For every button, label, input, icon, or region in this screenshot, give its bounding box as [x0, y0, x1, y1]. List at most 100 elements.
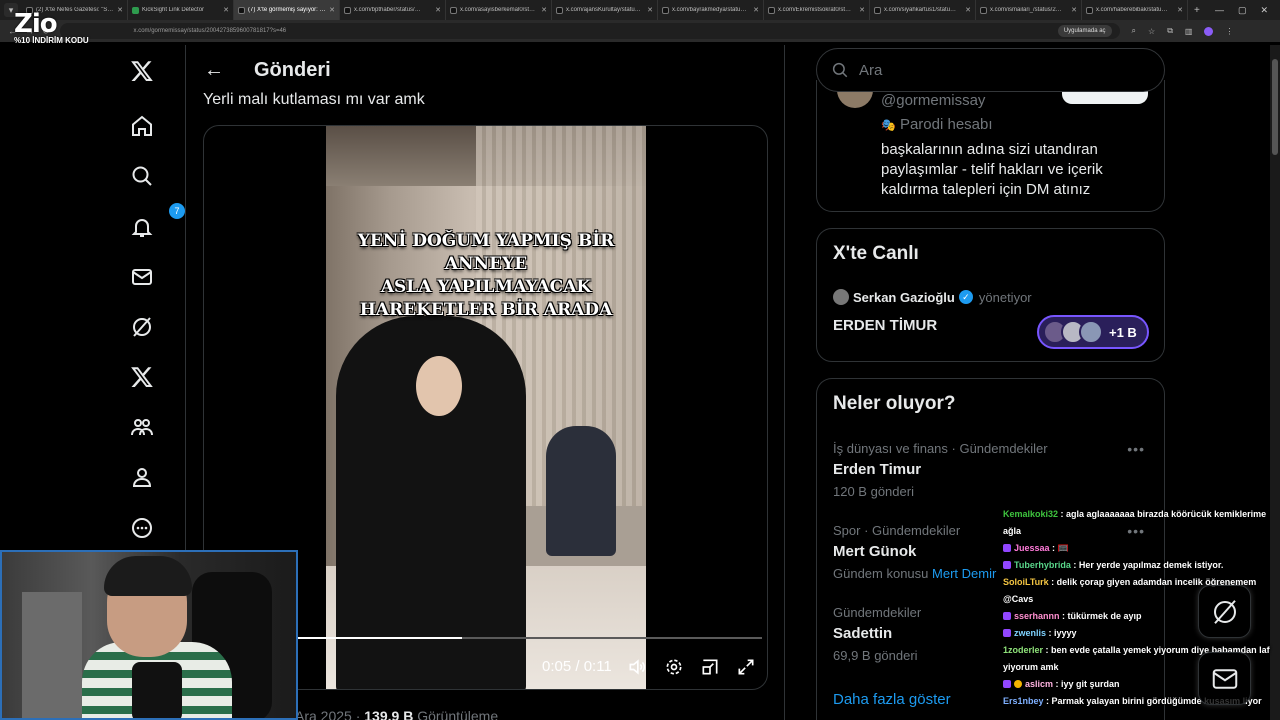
communities-icon[interactable]	[128, 413, 156, 441]
x-favicon-icon	[238, 6, 245, 14]
tab-close-icon[interactable]: ✕	[329, 6, 335, 14]
maximize-icon[interactable]: ▢	[1238, 5, 1247, 16]
x-favicon-icon	[662, 6, 669, 14]
tab-close-icon[interactable]: ✕	[223, 6, 229, 14]
chat-username[interactable]: sserhannn	[1014, 611, 1060, 621]
chat-message: Juessaa : 🥅	[1003, 540, 1280, 557]
home-icon[interactable]	[128, 112, 156, 140]
url-text: x.com/gormemissay/status/200427385960078…	[133, 28, 287, 34]
bell-icon[interactable]: 7	[128, 203, 185, 241]
tab-label: x.com/bpthaber/status/…	[354, 7, 421, 13]
chat-username[interactable]: Tuberhybrida	[1014, 560, 1071, 570]
notification-badge: 7	[169, 203, 185, 219]
chat-username[interactable]: Kemalkoki32	[1003, 509, 1058, 519]
column-divider	[784, 45, 785, 720]
video-progress-bar[interactable]	[294, 637, 762, 639]
browser-tab[interactable]: x.com/bpthaber/status/… ✕	[340, 0, 446, 20]
profile-icon[interactable]	[128, 463, 156, 491]
browser-tab[interactable]: x.com/ismailari_/status/2… ✕	[976, 0, 1082, 20]
tab-close-icon[interactable]: ✕	[1177, 6, 1183, 14]
trend-link[interactable]: Mert Demir	[932, 566, 996, 581]
x-favicon-icon	[450, 6, 457, 14]
mail-icon[interactable]	[128, 263, 156, 291]
new-tab-icon[interactable]: +	[1194, 5, 1200, 16]
avatar	[1079, 320, 1103, 344]
host-name: Serkan Gazioğlu	[853, 289, 955, 305]
tab-close-icon[interactable]: ✕	[965, 6, 971, 14]
follow-button[interactable]	[1062, 90, 1148, 104]
zio-logo: Zio	[14, 9, 58, 39]
chat-message: Kemalkoki32 : agla aglaaaaaaa birazda kö…	[1003, 506, 1280, 540]
listeners-pill[interactable]: +1 B	[1037, 315, 1149, 349]
x-favicon-icon	[556, 6, 563, 14]
browser-tab[interactable]: x.com/haberebibak/statu… ✕	[1082, 0, 1188, 20]
open-in-app-button[interactable]: Uygulamada aç	[1057, 25, 1112, 37]
bookmark-star-icon[interactable]: ☆	[1148, 27, 1155, 36]
tab-close-icon[interactable]: ✕	[859, 6, 865, 14]
browser-tab[interactable]: x.com/siyahkartus1/statu… ✕	[870, 0, 976, 20]
chat-username[interactable]: zwenlis	[1014, 628, 1046, 638]
browser-tab[interactable]: x.com/asayisberkemal0/st… ✕	[446, 0, 552, 20]
menu-icon[interactable]: ⋮	[1225, 27, 1233, 36]
search-box[interactable]: Ara	[816, 48, 1165, 92]
chat-username[interactable]: 1zoderler	[1003, 645, 1043, 655]
sidebar-icon[interactable]: ▥	[1185, 27, 1193, 36]
parody-label: 🎭 Parodi hesabı	[881, 116, 993, 133]
x-favicon-icon	[1086, 6, 1093, 14]
chat-username[interactable]: aslicm	[1025, 679, 1053, 689]
page-title: Gönderi	[254, 58, 331, 81]
volume-icon[interactable]	[626, 656, 648, 678]
tab-close-icon[interactable]: ✕	[1071, 6, 1077, 14]
url-field[interactable]: x.com/gormemissay/status/200427385960078…	[59, 23, 1120, 39]
post-meta: Ara 2025 · 139,9 B Görüntüleme	[295, 708, 498, 720]
messages-floating-icon[interactable]	[1198, 652, 1251, 705]
post-header: ← Gönderi	[186, 45, 784, 95]
close-window-icon[interactable]: ✕	[1260, 5, 1268, 16]
tab-label: x.com/siyahkartus1/statu…	[884, 7, 957, 13]
live-host[interactable]: Serkan Gazioğlu ✓ yönetiyor	[833, 289, 1032, 305]
live-title: X'te Canlı	[833, 243, 919, 264]
tab-close-icon[interactable]: ✕	[117, 6, 123, 14]
zoom-icon[interactable]: ⌕	[1132, 26, 1136, 36]
back-arrow-icon[interactable]: ←	[204, 59, 224, 82]
minimize-icon[interactable]: —	[1215, 5, 1224, 15]
grok-icon[interactable]	[128, 313, 156, 341]
webcam-overlay	[0, 550, 298, 720]
picture-in-picture-icon[interactable]	[699, 656, 721, 678]
fullscreen-icon[interactable]	[735, 656, 757, 678]
search-icon[interactable]	[128, 162, 156, 190]
tab-label: x.com/bayrakmedya/statu…	[672, 7, 747, 13]
browser-tab[interactable]: (7) X'te görmemiş sayıyor: … ✕	[234, 0, 340, 20]
live-topic[interactable]: ERDEN TİMUR	[833, 317, 937, 334]
trend-item[interactable]: İş dünyası ve finans · Gündemdekiler Erd…	[833, 441, 1153, 499]
more-options-icon[interactable]: •••	[1127, 441, 1145, 457]
tab-label: x.com/ismailari_/status/2…	[990, 7, 1062, 13]
browser-tab[interactable]: x.com/bayrakmedya/statu… ✕	[658, 0, 764, 20]
more-icon[interactable]	[128, 514, 156, 542]
chat-username[interactable]: Juessaa	[1014, 543, 1050, 553]
tab-close-icon[interactable]: ✕	[647, 6, 653, 14]
premium-x-icon[interactable]	[128, 363, 156, 391]
tab-close-icon[interactable]: ✕	[753, 6, 759, 14]
chat-text: : iyyyy	[1046, 628, 1077, 638]
video-caption: YENİ DOĞUM YAPMIŞ BİR ANNEYE ASLA YAPILM…	[357, 231, 615, 320]
grok-floating-icon[interactable]	[1198, 585, 1251, 638]
search-icon	[832, 62, 848, 78]
x-logo-icon[interactable]	[128, 57, 156, 85]
settings-gear-icon[interactable]	[663, 656, 685, 678]
video-frame: YENİ DOĞUM YAPMIŞ BİR ANNEYE ASLA YAPILM…	[326, 126, 646, 689]
browser-tab[interactable]: KickSight Link Detector ✕	[128, 0, 234, 20]
chat-username[interactable]: Ers1nbey	[1003, 696, 1044, 706]
verified-badge-icon: ✓	[958, 290, 973, 304]
extensions-icon[interactable]: ⧉	[1167, 26, 1173, 36]
browser-tab[interactable]: x.com/Ekremistsokrat0/st… ✕	[764, 0, 870, 20]
browser-tab[interactable]: x.com/ajansKurultay/statu… ✕	[552, 0, 658, 20]
profile-avatar-icon[interactable]	[1204, 26, 1214, 36]
chat-username[interactable]: SoloiLTurk	[1003, 577, 1049, 587]
scrollbar-thumb[interactable]	[1272, 59, 1278, 155]
tab-close-icon[interactable]: ✕	[541, 6, 547, 14]
profile-bio: başkalarının adına sizi utandıran paylaş…	[881, 141, 1103, 198]
profile-handle[interactable]: @gormemissay	[881, 92, 985, 109]
tab-close-icon[interactable]: ✕	[435, 6, 441, 14]
show-more-link[interactable]: Daha fazla göster	[833, 691, 951, 708]
